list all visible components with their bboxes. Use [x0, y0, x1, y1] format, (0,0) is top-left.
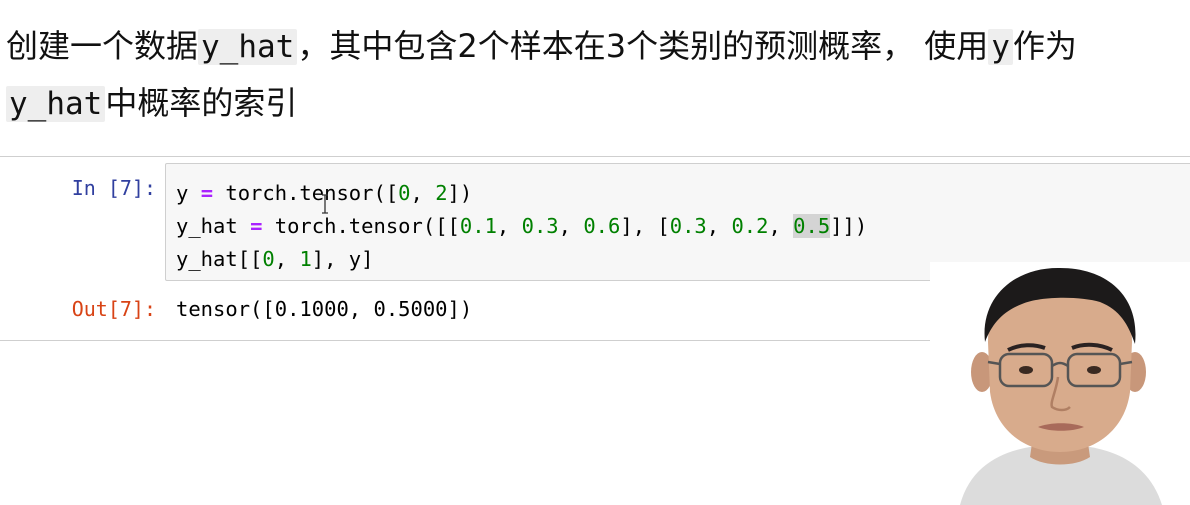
code-token: , [410, 181, 436, 205]
code-token: = [200, 181, 214, 205]
markdown-text: ，其中包含2个样本在3个类别的预测概率， 使用 [297, 27, 989, 65]
code-token: = [250, 214, 263, 238]
code-token: ]]) [830, 214, 868, 238]
code-token: ], y] [311, 247, 374, 271]
code-token: 0 [262, 247, 275, 271]
code-token: 0.3 [521, 214, 559, 238]
webcam-presenter-image [930, 262, 1190, 505]
code-token: 0.1 [459, 214, 497, 238]
notebook-page: 创建一个数据y_hat，其中包含2个样本在3个类别的预测概率， 使用y作为 y_… [0, 0, 1190, 505]
code-token: y [176, 181, 201, 205]
cell-output: tensor([0.1000, 0.5000]) [176, 297, 473, 321]
markdown-line-2: y_hat中概率的索引 [0, 75, 1190, 132]
code-token: torch.tensor([ [213, 181, 399, 205]
code-line: y_hat = torch.tensor([[0.1, 0.3, 0.6], [… [176, 210, 867, 243]
code-token: , [768, 214, 794, 238]
markdown-text: 作为 [1012, 27, 1077, 65]
code-token: torch.tensor([[ [262, 214, 460, 238]
code-line: y_hat[[0, 1], y] [176, 243, 867, 276]
markdown-cell[interactable]: 创建一个数据y_hat，其中包含2个样本在3个类别的预测概率， 使用y作为 y_… [0, 18, 1190, 132]
code-token: 0.3 [669, 214, 707, 238]
inline-code: y_hat [6, 86, 106, 122]
code-token: 0.6 [583, 214, 621, 238]
code-token: ]) [447, 181, 473, 205]
code-token: 0.2 [731, 214, 769, 238]
code-token: , [706, 214, 732, 238]
inline-code: y [988, 29, 1013, 65]
code-token: 0.5 [793, 214, 831, 238]
code-token: , [496, 214, 522, 238]
code-token: 0 [398, 181, 411, 205]
inline-code: y_hat [198, 29, 298, 65]
code-editor[interactable]: y = torch.tensor([0, 2]) y_hat = torch.te… [176, 177, 867, 276]
markdown-text: 中概率的索引 [105, 84, 298, 122]
code-token: 1 [299, 247, 312, 271]
code-token: y_hat[[ [176, 247, 263, 271]
code-token: ], [ [620, 214, 670, 238]
input-prompt: In [7]: [71, 176, 156, 200]
code-cell-top-border [0, 156, 1190, 157]
code-token: , [274, 247, 300, 271]
markdown-text: 创建一个数据 [6, 27, 199, 65]
code-line: y = torch.tensor([0, 2]) [176, 177, 867, 210]
markdown-line-1: 创建一个数据y_hat，其中包含2个样本在3个类别的预测概率， 使用y作为 [0, 18, 1190, 75]
code-token: 2 [435, 181, 448, 205]
code-token: , [558, 214, 584, 238]
output-prompt: Out[7]: [71, 297, 156, 321]
text-cursor-icon [322, 194, 328, 214]
code-token: y_hat [176, 214, 251, 238]
